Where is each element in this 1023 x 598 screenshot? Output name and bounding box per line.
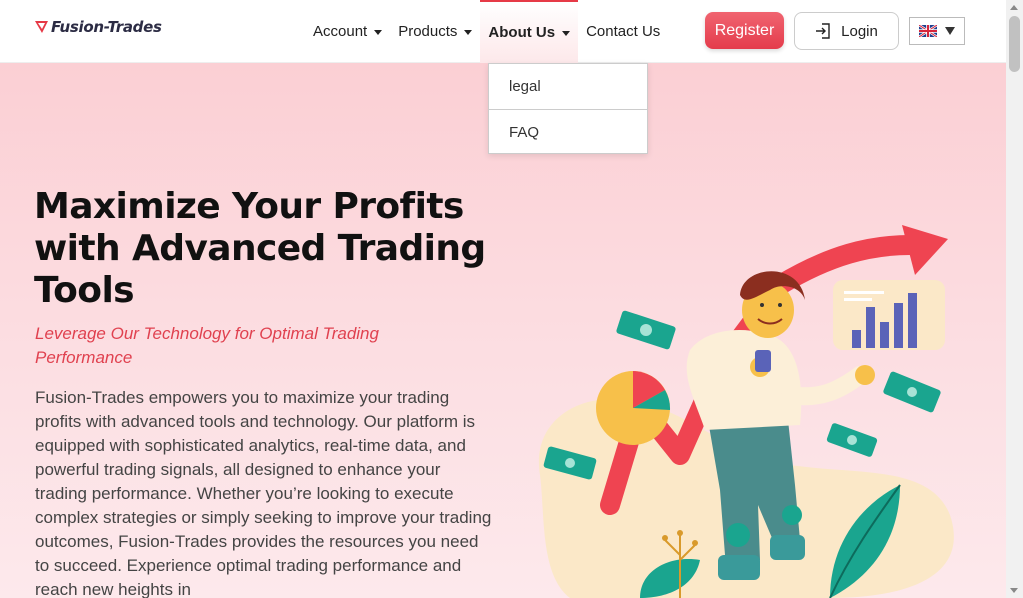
language-selector[interactable] (909, 17, 965, 45)
scroll-up-icon[interactable] (1010, 5, 1018, 10)
nav-products-label: Products (398, 23, 458, 40)
chevron-down-icon (562, 30, 571, 36)
nav-about-us-label: About Us (488, 24, 556, 41)
money-note-icon (616, 310, 676, 350)
pie-chart-icon (596, 371, 671, 445)
hero-title: Maximize Your Profits with Advanced Trad… (34, 186, 486, 311)
trading-person-illustration (538, 225, 954, 598)
chevron-down-icon (464, 29, 473, 35)
money-note-icon (826, 423, 878, 457)
chevron-down-icon (945, 27, 955, 35)
nav-contact-us[interactable]: Contact Us (578, 0, 668, 63)
main-nav: Account Products About Us Contact Us (305, 0, 668, 63)
nav-contact-us-label: Contact Us (586, 23, 661, 40)
hero-body: Fusion-Trades empowers you to maximize y… (35, 388, 492, 598)
nav-account[interactable]: Account (305, 0, 390, 63)
dropdown-item-legal[interactable]: legal (489, 64, 647, 109)
bar-chart-card-icon (833, 280, 945, 350)
money-note-icon (883, 371, 941, 413)
logo[interactable]: Fusion-Trades (35, 18, 162, 36)
vertical-scrollbar[interactable] (1006, 0, 1023, 598)
nav-about-us[interactable]: About Us (480, 0, 579, 63)
top-header: Fusion-Trades Account Products About Us … (0, 0, 1006, 63)
register-button[interactable]: Register (705, 12, 784, 49)
logo-text: Fusion-Trades (51, 18, 162, 36)
hero-subtitle: Leverage Our Technology for Optimal Trad… (35, 324, 379, 367)
login-label: Login (841, 22, 878, 40)
chevron-down-icon (374, 29, 383, 35)
logo-mark-icon (35, 21, 48, 33)
dropdown-item-faq[interactable]: FAQ (489, 109, 647, 154)
uk-flag-icon (919, 25, 937, 37)
login-button[interactable]: Login (794, 12, 899, 50)
scrollbar-thumb[interactable] (1009, 16, 1020, 72)
scroll-down-icon[interactable] (1010, 588, 1018, 593)
login-icon (816, 23, 830, 39)
nav-products[interactable]: Products (390, 0, 480, 63)
about-us-dropdown: legal FAQ (488, 63, 648, 154)
nav-account-label: Account (313, 23, 368, 40)
